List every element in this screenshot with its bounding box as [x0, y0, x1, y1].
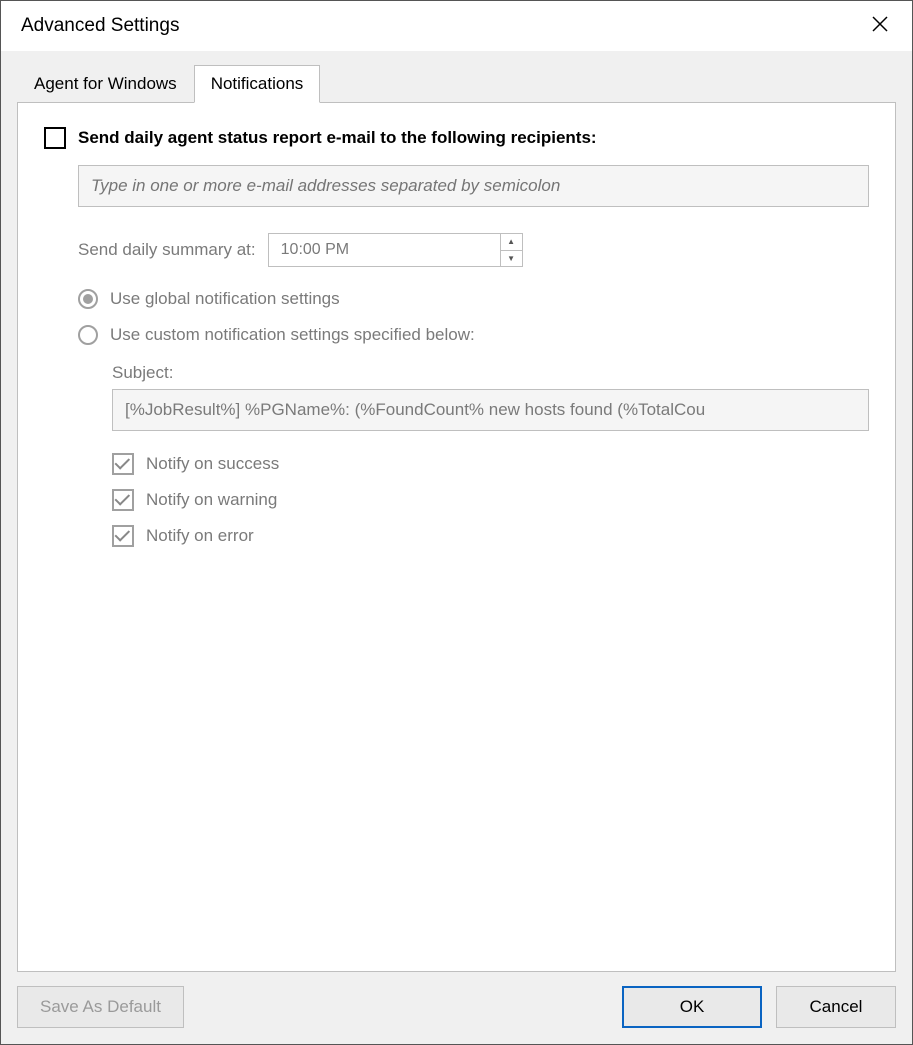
tab-notifications[interactable]: Notifications	[194, 65, 321, 103]
spinner-up-icon[interactable]: ▲	[501, 234, 522, 250]
daily-report-block: Send daily summary at: ▲ ▼ Use global no…	[78, 149, 869, 547]
notify-success-checkbox[interactable]	[112, 453, 134, 475]
close-icon[interactable]	[864, 12, 896, 40]
notify-warning-row[interactable]: Notify on warning	[112, 489, 869, 511]
save-as-default-button[interactable]: Save As Default	[17, 986, 184, 1028]
notify-error-row[interactable]: Notify on error	[112, 525, 869, 547]
notify-error-checkbox[interactable]	[112, 525, 134, 547]
notify-success-row[interactable]: Notify on success	[112, 453, 869, 475]
recipients-input[interactable]	[78, 165, 869, 207]
radio-global-label: Use global notification settings	[110, 289, 340, 309]
spinner-buttons: ▲ ▼	[500, 234, 522, 266]
tab-panel-notifications: Send daily agent status report e-mail to…	[17, 102, 896, 972]
cancel-button[interactable]: Cancel	[776, 986, 896, 1028]
radio-global[interactable]	[78, 289, 98, 309]
send-daily-report-checkbox[interactable]	[44, 127, 66, 149]
titlebar: Advanced Settings	[1, 1, 912, 51]
notify-warning-label: Notify on warning	[146, 490, 277, 510]
button-bar: Save As Default OK Cancel	[17, 972, 896, 1028]
notify-checks: Notify on success Notify on warning Noti…	[112, 453, 869, 547]
notify-success-label: Notify on success	[146, 454, 279, 474]
radio-custom[interactable]	[78, 325, 98, 345]
ok-button[interactable]: OK	[622, 986, 762, 1028]
subject-input[interactable]	[112, 389, 869, 431]
summary-time-spinner[interactable]: ▲ ▼	[268, 233, 523, 267]
radio-custom-label: Use custom notification settings specifi…	[110, 325, 475, 345]
tab-agent-for-windows[interactable]: Agent for Windows	[17, 65, 194, 103]
send-daily-report-label: Send daily agent status report e-mail to…	[78, 128, 597, 148]
summary-time-value[interactable]	[269, 234, 500, 266]
radio-custom-row[interactable]: Use custom notification settings specifi…	[78, 325, 869, 345]
subject-label: Subject:	[112, 363, 869, 383]
tabstrip: Agent for Windows Notifications	[17, 65, 896, 103]
notify-error-label: Notify on error	[146, 526, 254, 546]
custom-settings-block: Subject: Notify on success Notify on war…	[112, 363, 869, 547]
client-area: Agent for Windows Notifications Send dai…	[1, 51, 912, 1044]
notify-warning-checkbox[interactable]	[112, 489, 134, 511]
window-title: Advanced Settings	[21, 15, 179, 37]
radio-global-row[interactable]: Use global notification settings	[78, 289, 869, 309]
summary-time-label: Send daily summary at:	[78, 240, 256, 260]
daily-report-row: Send daily agent status report e-mail to…	[44, 127, 869, 149]
advanced-settings-dialog: Advanced Settings Agent for Windows Noti…	[0, 0, 913, 1045]
summary-time-row: Send daily summary at: ▲ ▼	[78, 233, 869, 267]
spinner-down-icon[interactable]: ▼	[501, 250, 522, 267]
